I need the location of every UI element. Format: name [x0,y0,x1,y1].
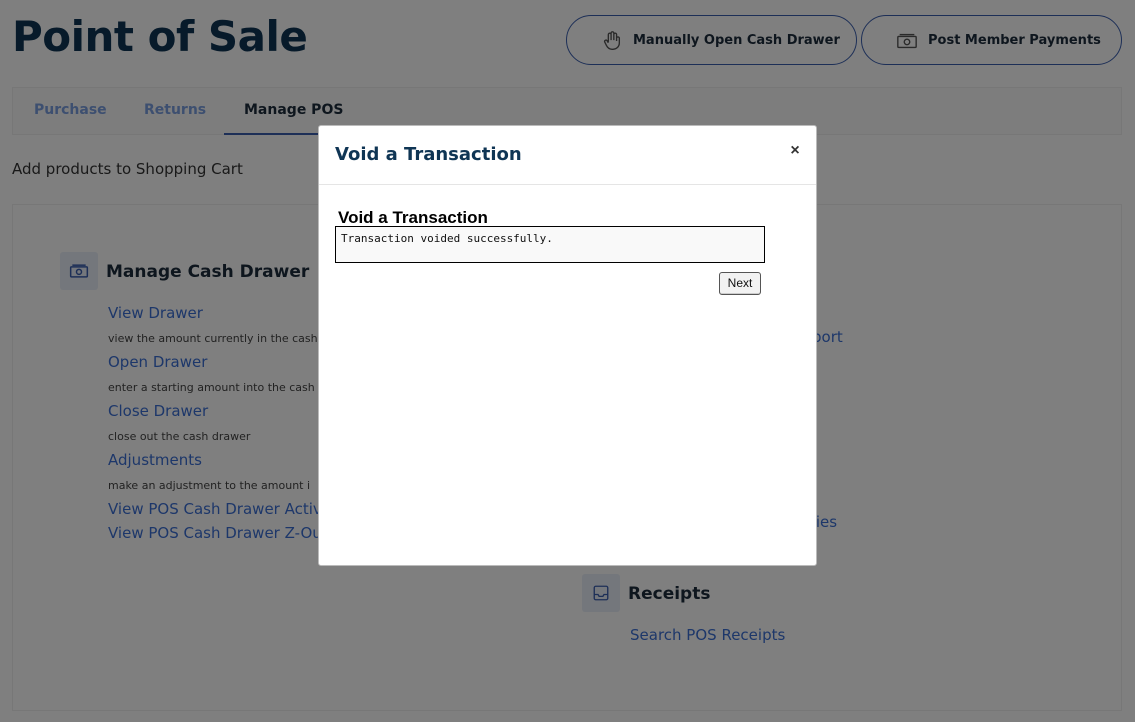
result-message: Transaction voided successfully. [335,226,765,263]
modal-title: Void a Transaction [335,144,522,165]
next-button[interactable]: Next [719,272,761,295]
modal-inner-title: Void a Transaction [338,208,488,227]
close-icon[interactable]: × [786,142,804,160]
modal-header: Void a Transaction × [319,126,816,185]
void-transaction-modal: Void a Transaction × Void a Transaction … [318,125,817,566]
